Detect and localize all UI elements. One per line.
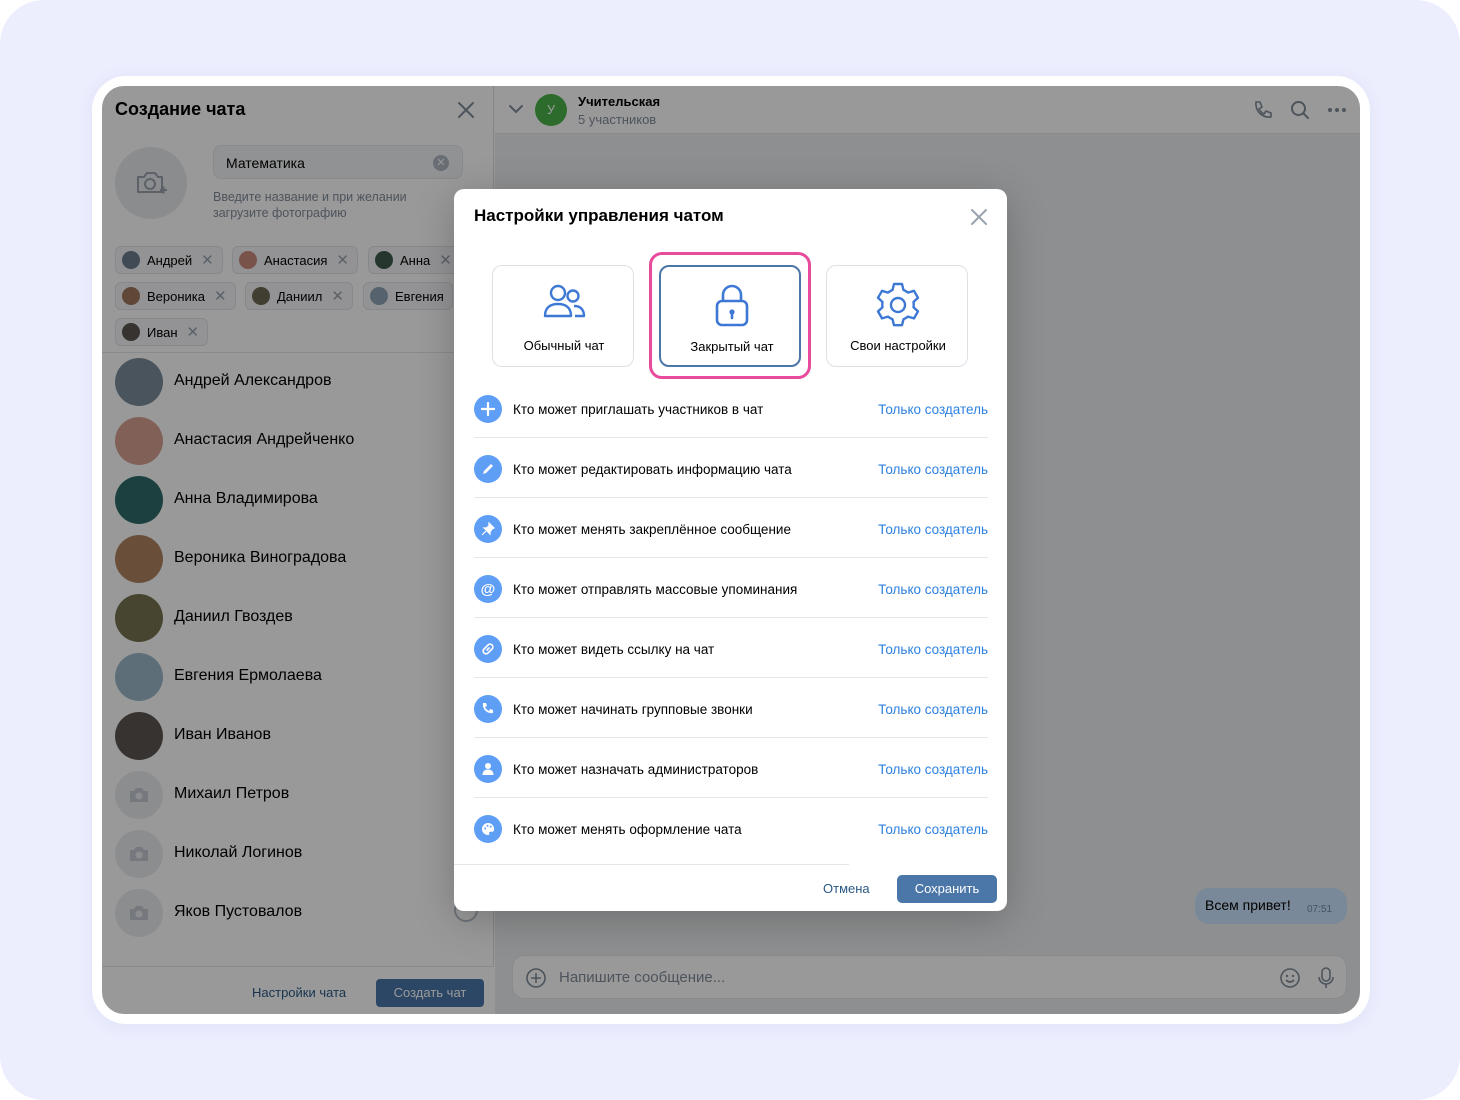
permission-row[interactable]: Кто может видеть ссылку на чат Только со… bbox=[474, 618, 988, 678]
permission-label: Кто может приглашать участников в чат bbox=[513, 402, 764, 417]
permission-value[interactable]: Только создатель bbox=[878, 462, 988, 477]
permission-label: Кто может начинать групповые звонки bbox=[513, 702, 753, 717]
mode-card-regular-chat[interactable]: Обычный чат bbox=[492, 265, 634, 367]
permission-row[interactable]: Кто может менять оформление чата Только … bbox=[474, 798, 988, 858]
permission-value[interactable]: Только создатель bbox=[878, 642, 988, 657]
chat-management-settings-modal: Настройки управления чатом Обычный чат З… bbox=[454, 189, 1007, 911]
selection-highlight bbox=[649, 252, 811, 379]
permission-row[interactable]: @ Кто может отправлять массовые упоминан… bbox=[474, 558, 988, 618]
permission-row[interactable]: Кто может менять закреплённое сообщение … bbox=[474, 498, 988, 558]
mode-label: Обычный чат bbox=[523, 338, 605, 353]
plus-icon bbox=[474, 395, 502, 423]
permission-label: Кто может отправлять массовые упоминания bbox=[513, 582, 798, 597]
at-icon: @ bbox=[474, 575, 502, 603]
permission-label: Кто может видеть ссылку на чат bbox=[513, 642, 715, 657]
link-icon bbox=[474, 635, 502, 663]
mode-card-custom-settings[interactable]: Свои настройки bbox=[826, 265, 968, 367]
permission-value[interactable]: Только создатель bbox=[878, 702, 988, 717]
divider bbox=[454, 864, 849, 865]
gear-icon bbox=[876, 282, 920, 327]
permission-row[interactable]: Кто может начинать групповые звонки Толь… bbox=[474, 678, 988, 738]
permission-value[interactable]: Только создатель bbox=[878, 762, 988, 777]
pencil-icon bbox=[474, 455, 502, 483]
palette-icon bbox=[474, 815, 502, 843]
permission-label: Кто может менять закреплённое сообщение bbox=[513, 522, 791, 537]
cancel-button[interactable]: Отмена bbox=[823, 881, 870, 896]
permission-row[interactable]: Кто может назначать администраторов Толь… bbox=[474, 738, 988, 798]
user-icon bbox=[474, 755, 502, 783]
permission-value[interactable]: Только создатель bbox=[878, 522, 988, 537]
phone-icon bbox=[474, 695, 502, 723]
permission-value[interactable]: Только создатель bbox=[878, 582, 988, 597]
permission-label: Кто может менять оформление чата bbox=[513, 822, 742, 837]
pin-icon bbox=[474, 515, 502, 543]
permission-row[interactable]: Кто может редактировать информацию чата … bbox=[474, 438, 988, 498]
permission-label: Кто может редактировать информацию чата bbox=[513, 462, 792, 477]
permission-value[interactable]: Только создатель bbox=[878, 822, 988, 837]
mode-label: Свои настройки bbox=[850, 338, 946, 353]
save-button[interactable]: Сохранить bbox=[897, 875, 997, 903]
modal-title: Настройки управления чатом bbox=[474, 206, 724, 225]
permission-value[interactable]: Только создатель bbox=[878, 402, 988, 417]
permission-row[interactable]: Кто может приглашать участников в чат То… bbox=[474, 378, 988, 438]
close-icon[interactable] bbox=[968, 206, 990, 228]
users-icon bbox=[543, 284, 586, 318]
permission-label: Кто может назначать администраторов bbox=[513, 762, 759, 777]
